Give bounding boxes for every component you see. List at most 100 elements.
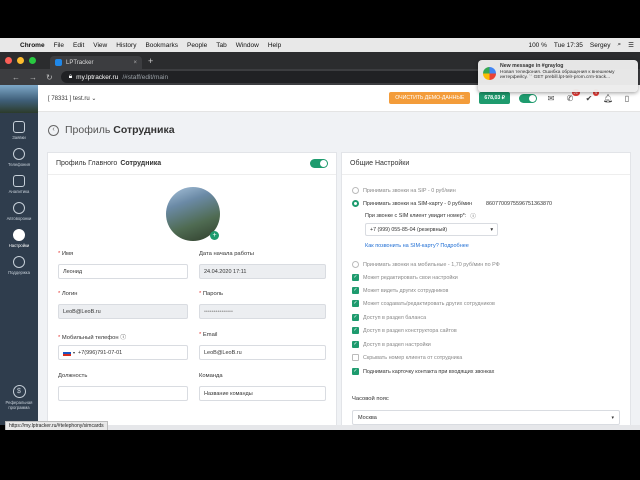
search-icon[interactable]: ⌕ xyxy=(618,41,622,49)
menu-edit[interactable]: Edit xyxy=(73,42,84,49)
password-field[interactable]: ••••••••••••••• xyxy=(199,304,326,319)
clear-demo-button[interactable]: ОЧИСТИТЬ ДЕМО-ДАННЫЕ xyxy=(389,92,471,104)
sip-option[interactable]: Принимать звонки на SIP - 0 руб/мин xyxy=(352,187,456,194)
company-logo[interactable] xyxy=(0,85,38,113)
email-field[interactable]: LeoB@LeoB.ru xyxy=(199,345,326,360)
profile-card-header: Профиль Главного Сотрудника xyxy=(48,153,336,175)
account-selector[interactable]: [ 78331 ] test.ru ⌄ xyxy=(48,95,96,102)
menu-list-icon[interactable]: ☰ xyxy=(628,41,634,49)
phone-field[interactable]: ▾ +7(996)791-07-01 xyxy=(58,345,188,360)
sidebar-item-referral[interactable]: $ Реферальная программа xyxy=(0,385,38,410)
lock-icon: 🔒︎ xyxy=(68,73,73,80)
browser-tab[interactable]: LPTracker × xyxy=(50,56,142,69)
maximize-window-icon[interactable] xyxy=(29,57,36,64)
minimize-window-icon[interactable] xyxy=(17,57,24,64)
sim-number-select[interactable]: +7 (999) 055-85-04 (резервный) ▾ xyxy=(365,223,498,236)
sim-number: 8607700975596751363870 xyxy=(486,200,553,207)
checkbox[interactable]: ✓ xyxy=(352,327,359,334)
help-icon[interactable]: ⓘ xyxy=(470,212,475,220)
app-sidebar: Заявки Телефония Аналитика Автоворонки Н… xyxy=(0,85,38,425)
tab-title: LPTracker xyxy=(66,59,94,66)
sidebar-item-support[interactable]: Поддержка xyxy=(0,256,38,275)
menu-view[interactable]: View xyxy=(93,42,107,49)
close-window-icon[interactable] xyxy=(5,57,12,64)
checkbox[interactable] xyxy=(352,354,359,361)
add-photo-icon[interactable]: + xyxy=(210,231,219,240)
checkbox[interactable]: ✓ xyxy=(352,368,359,375)
login-field[interactable]: LeoB@LeoB.ru xyxy=(58,304,188,319)
name-field[interactable]: Леонид xyxy=(58,264,188,279)
sim-link-more[interactable]: Подробнее xyxy=(440,243,469,249)
russia-flag-icon[interactable] xyxy=(63,349,71,356)
dollar-coin-icon: $ xyxy=(12,385,26,398)
sidebar-item-label: Аналитика xyxy=(8,189,30,194)
menu-people[interactable]: People xyxy=(187,42,207,49)
sidebar-item-analytics[interactable]: Аналитика xyxy=(0,175,38,194)
help-icon[interactable]: ⓘ xyxy=(120,335,126,341)
battery-status[interactable]: 100 % xyxy=(528,42,546,49)
slack-notification[interactable]: New message in #graylog Новая телефония.… xyxy=(478,60,638,92)
team-field[interactable]: Название команды xyxy=(199,386,326,401)
menu-history[interactable]: History xyxy=(116,42,136,49)
menu-bookmarks[interactable]: Bookmarks xyxy=(145,42,178,49)
tasks-icon[interactable]: ✔ 4 xyxy=(584,88,599,103)
reload-icon[interactable]: ↻ xyxy=(46,73,53,82)
checkbox[interactable]: ✓ xyxy=(352,341,359,348)
online-toggle[interactable] xyxy=(519,93,537,103)
checkbox[interactable]: ✓ xyxy=(352,300,359,307)
balance-button[interactable]: 678,03 ₽ xyxy=(479,92,510,104)
checkbox[interactable]: ✓ xyxy=(352,314,359,321)
timezone-select[interactable]: Москва ▾ xyxy=(352,410,620,425)
forward-arrow-icon[interactable]: → xyxy=(29,73,37,82)
mail-icon[interactable]: ✉ xyxy=(546,94,556,103)
permission-row[interactable]: ✓ Доступ в раздел конструктора сайтов xyxy=(352,327,457,334)
permission-row[interactable]: ✓ Может редактировать свои настройки xyxy=(352,274,458,281)
phone-value: +7(996)791-07-01 xyxy=(78,349,123,356)
avatar[interactable]: + xyxy=(166,187,220,241)
menu-chrome[interactable]: Chrome xyxy=(20,42,45,49)
sidebar-item-telephony[interactable]: Телефония xyxy=(0,148,38,167)
profile-card: Профиль Главного Сотрудника + * Имя Леон… xyxy=(47,152,337,425)
phone-calls-icon[interactable]: ✆ 21 xyxy=(565,88,580,103)
position-field[interactable] xyxy=(58,386,188,401)
permission-row[interactable]: ✓ Доступ в раздел баланса xyxy=(352,314,426,321)
sidebar-item-settings[interactable]: Настройки xyxy=(0,229,38,248)
sim-radio[interactable] xyxy=(352,200,359,207)
chevron-down-icon[interactable]: ▾ xyxy=(73,350,75,355)
permission-row[interactable]: ✓ Поднимать карточку контакта при входящ… xyxy=(352,368,494,375)
permission-row[interactable]: ✓ Доступ в раздел настройки xyxy=(352,341,431,348)
permission-row[interactable]: ✓ Может создавать/редактировать других с… xyxy=(352,300,495,307)
mac-menu-bar: Chrome File Edit View History Bookmarks … xyxy=(0,38,640,52)
checkbox[interactable]: ✓ xyxy=(352,274,359,281)
url-field[interactable]: 🔒︎ my.lptracker.ru/#staff/edit/main xyxy=(60,71,511,83)
user-name[interactable]: Sergey xyxy=(590,42,611,49)
menu-tab[interactable]: Tab xyxy=(216,42,226,49)
sidebar-item-funnels[interactable]: Автоворонки xyxy=(0,202,38,221)
menu-file[interactable]: File xyxy=(54,42,64,49)
bell-icon[interactable]: 🔔︎ xyxy=(603,94,613,103)
back-arrow-icon[interactable]: ← xyxy=(12,73,20,82)
mobile-radio[interactable] xyxy=(352,261,359,268)
mobile-option[interactable]: Принимать звонки на мобильные - 1,70 руб… xyxy=(352,261,500,268)
slack-icon xyxy=(483,67,496,80)
sip-radio[interactable] xyxy=(352,187,359,194)
close-tab-icon[interactable]: × xyxy=(133,60,137,66)
back-circle-icon[interactable]: ‹ xyxy=(48,124,59,136)
menu-window[interactable]: Window xyxy=(236,42,259,49)
position-label: Должность xyxy=(58,373,88,379)
employee-active-toggle[interactable] xyxy=(310,159,328,168)
team-label: Команда xyxy=(199,373,223,379)
sim-help-link[interactable]: Как позвонить на SIM-карту? Подробнее xyxy=(365,243,469,249)
permission-row[interactable]: ✓ Может видеть других сотрудников xyxy=(352,287,448,294)
start-date-field[interactable]: 24.04.2020 17:11 xyxy=(199,264,326,279)
checkbox[interactable]: ✓ xyxy=(352,287,359,294)
favicon-icon xyxy=(55,59,62,66)
sidebar-item-requests[interactable]: Заявки xyxy=(0,121,38,140)
menu-help[interactable]: Help xyxy=(268,42,281,49)
permission-row[interactable]: Скрывать номер клиента от сотрудника xyxy=(352,354,462,361)
new-tab-icon[interactable]: + xyxy=(148,56,153,66)
sim-option[interactable]: Принимать звонки на SIM-карту - 0 руб/ми… xyxy=(352,200,552,207)
document-icon[interactable]: ▯ xyxy=(622,94,632,103)
sim-prompt-label: При звонке с SIM клиент увидит номер*: xyxy=(365,213,467,219)
clock[interactable]: Tue 17:35 xyxy=(554,42,583,49)
